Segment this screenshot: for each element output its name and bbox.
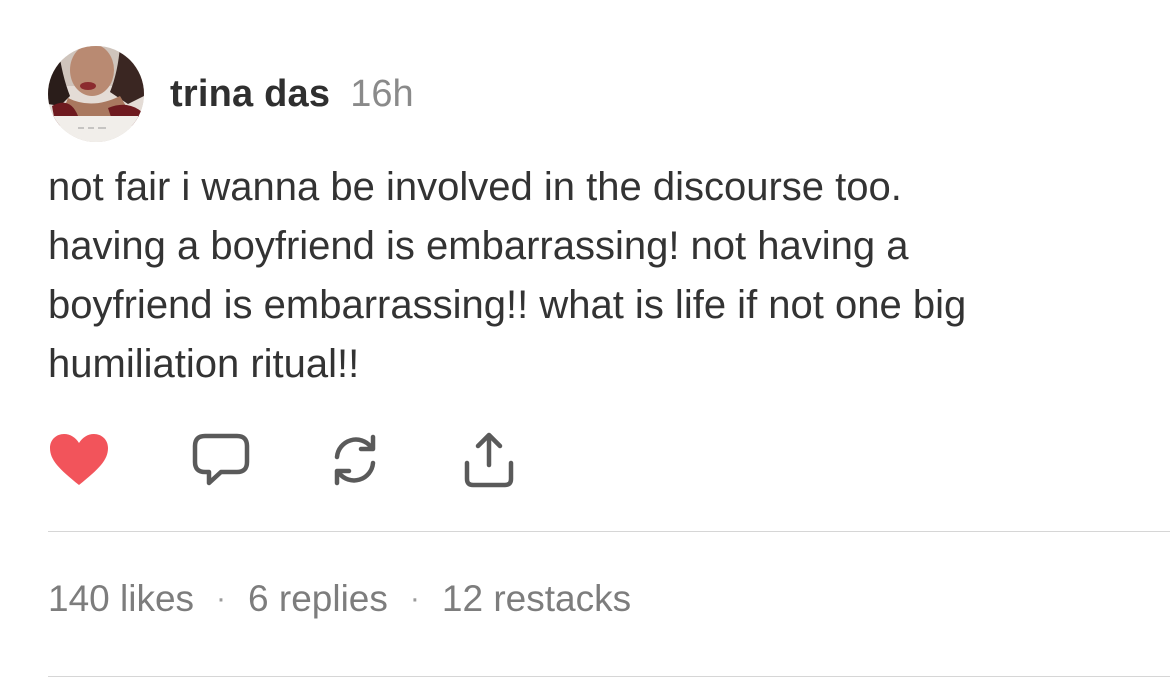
- post-actions: [48, 428, 520, 492]
- stats-separator: ·: [216, 582, 227, 615]
- divider: [48, 676, 1170, 677]
- restack-icon: [334, 434, 376, 486]
- post-header: trina das 16h: [48, 44, 414, 144]
- author-name[interactable]: trina das: [170, 73, 330, 116]
- like-button[interactable]: [48, 429, 110, 491]
- reply-button[interactable]: [190, 429, 252, 491]
- comment-icon: [192, 433, 250, 486]
- post-body-line: having a boyfriend is embarrassing! not …: [48, 224, 909, 268]
- restacks-count[interactable]: 12 restacks: [442, 578, 631, 620]
- heart-icon: [50, 434, 108, 485]
- post-stats: 140 likes · 6 replies · 12 restacks: [48, 578, 631, 620]
- post-body-line: boyfriend is embarrassing!! what is life…: [48, 283, 967, 327]
- post-body-line: not fair i wanna be involved in the disc…: [48, 165, 902, 209]
- post-timestamp[interactable]: 16h: [350, 73, 413, 116]
- share-button[interactable]: [458, 429, 520, 491]
- divider: [48, 531, 1170, 532]
- post-body: not fair i wanna be involved in the disc…: [48, 158, 1138, 394]
- replies-count[interactable]: 6 replies: [248, 578, 388, 620]
- note-post: trina das 16h not fair i wanna be involv…: [0, 0, 1170, 691]
- likes-count[interactable]: 140 likes: [48, 578, 194, 620]
- stats-separator: ·: [409, 582, 420, 615]
- avatar-photo: [48, 46, 144, 142]
- restack-button[interactable]: [324, 429, 386, 491]
- share-icon: [464, 432, 514, 488]
- avatar[interactable]: [48, 46, 144, 142]
- post-body-line: humiliation ritual!!: [48, 342, 360, 386]
